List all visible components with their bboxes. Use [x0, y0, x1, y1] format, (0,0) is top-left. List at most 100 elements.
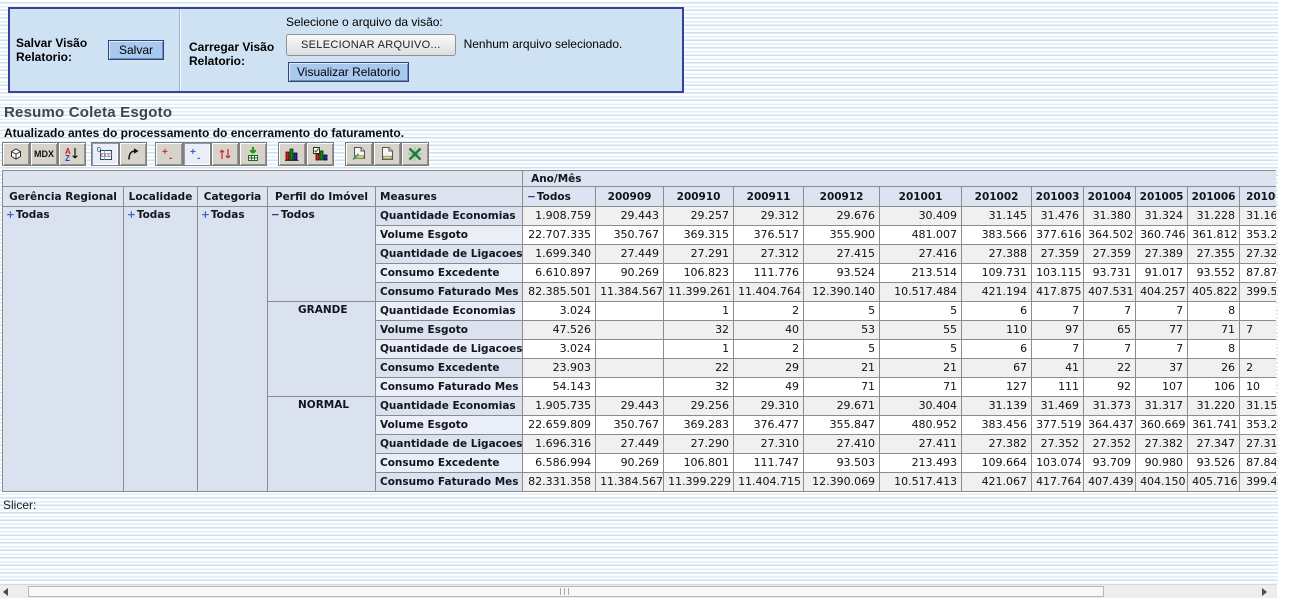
data-cell: 31.220	[1188, 397, 1240, 416]
data-cell: 6.610.897	[523, 264, 596, 283]
data-cell: 107	[1136, 378, 1188, 397]
data-cell: 53	[804, 321, 880, 340]
chart-config-button[interactable]	[306, 142, 334, 166]
data-cell: 7	[1136, 340, 1188, 359]
export-excel-button[interactable]	[401, 142, 429, 166]
data-cell: 30.409	[880, 207, 962, 226]
data-cell: 22	[664, 359, 734, 378]
data-cell: 361.812	[1188, 226, 1240, 245]
data-cell: 364.502	[1084, 226, 1136, 245]
print-pdf-button[interactable]	[373, 142, 401, 166]
data-cell: 31.469	[1032, 397, 1084, 416]
scrollbar-thumb[interactable]	[28, 586, 1104, 597]
file-status-text: Nenhum arquivo selecionado.	[464, 37, 623, 51]
collapse-icon[interactable]: −	[271, 209, 280, 221]
data-cell: 71	[1188, 321, 1240, 340]
data-cell: 6	[962, 340, 1032, 359]
page-title: Resumo Coleta Esgoto	[4, 104, 172, 121]
expand-icon[interactable]: +	[6, 209, 15, 221]
data-cell: 67	[962, 359, 1032, 378]
drill-replace-button[interactable]	[211, 142, 239, 166]
data-cell: 405.822	[1188, 283, 1240, 302]
data-cell: 369.283	[664, 416, 734, 435]
data-cell: 8	[1188, 340, 1240, 359]
data-cell: 213.493	[880, 454, 962, 473]
collapse-icon[interactable]: −	[527, 191, 536, 203]
data-cell: 111.776	[734, 264, 804, 283]
drill-through-button[interactable]	[239, 142, 267, 166]
load-section: Carregar Visão Relatorio: Selecione o ar…	[180, 9, 682, 91]
member-localidade[interactable]: +Todas	[124, 207, 198, 492]
view-report-button[interactable]: Visualizar Relatorio	[288, 62, 409, 82]
measure-label: Consumo Excedente	[376, 359, 523, 378]
data-cell: 5	[880, 340, 962, 359]
data-cell: 353.20	[1240, 416, 1276, 435]
drill-position-button[interactable]: +-	[183, 142, 211, 166]
data-cell: 2	[1240, 359, 1276, 378]
data-cell: 87.87	[1240, 264, 1276, 283]
data-cell: 27.32	[1240, 245, 1276, 264]
data-cell: 361.741	[1188, 416, 1240, 435]
data-cell: 71	[804, 378, 880, 397]
data-cell: 27.347	[1188, 435, 1240, 454]
data-cell: 405.716	[1188, 473, 1240, 492]
sort-az-icon: AZ	[63, 146, 81, 162]
data-cell: 21	[804, 359, 880, 378]
data-cell: 27.359	[1032, 245, 1084, 264]
swap-axes-button[interactable]	[119, 142, 147, 166]
data-cell	[596, 321, 664, 340]
data-cell: 7	[1032, 302, 1084, 321]
data-cell: 21	[880, 359, 962, 378]
printer-icon	[378, 146, 396, 162]
dimension-header: Gerência Regional	[3, 187, 124, 207]
data-cell: 11.384.567	[596, 473, 664, 492]
file-prompt-label: Selecione o arquivo da visão:	[286, 15, 443, 29]
data-cell: 32	[664, 378, 734, 397]
measure-label: Consumo Faturado Mes	[376, 378, 523, 397]
data-cell: 355.900	[804, 226, 880, 245]
data-cell: 27.388	[962, 245, 1032, 264]
data-cell: 23.903	[523, 359, 596, 378]
scroll-right-arrow-icon[interactable]	[1262, 588, 1267, 596]
drill-replace-icon	[216, 146, 234, 162]
data-cell: 109.664	[962, 454, 1032, 473]
dimension-header: Localidade	[124, 187, 198, 207]
load-view-label: Carregar Visão Relatorio:	[189, 40, 281, 68]
save-button[interactable]: Salvar	[108, 40, 164, 60]
member-perfil[interactable]: −Todos	[268, 207, 376, 302]
column-member-todos[interactable]: −Todos	[523, 187, 596, 207]
data-cell: 37	[1136, 359, 1188, 378]
data-cell: 1.908.759	[523, 207, 596, 226]
olap-navigator-button[interactable]	[2, 142, 30, 166]
select-file-button[interactable]: SELECIONAR ARQUIVO...	[286, 34, 456, 56]
show-parents-button[interactable]: 0	[91, 142, 119, 166]
data-cell: 360.669	[1136, 416, 1188, 435]
mdx-editor-button[interactable]: MDX	[30, 142, 58, 166]
data-cell: 3.024	[523, 340, 596, 359]
show-chart-button[interactable]	[278, 142, 306, 166]
data-cell: 55	[880, 321, 962, 340]
member-categoria[interactable]: +Todas	[198, 207, 268, 492]
scroll-left-arrow-icon[interactable]	[3, 588, 8, 596]
data-cell	[1240, 340, 1276, 359]
data-cell: 29	[734, 359, 804, 378]
member-perfil: GRANDE	[268, 302, 376, 397]
horizontal-scrollbar[interactable]	[0, 584, 1277, 598]
data-cell: 32	[664, 321, 734, 340]
data-cell: 404.150	[1136, 473, 1188, 492]
measure-label: Quantidade Economias	[376, 207, 523, 226]
member-gerencia-regional[interactable]: +Todas	[3, 207, 124, 492]
data-cell: 93.731	[1084, 264, 1136, 283]
axis-label: Ano/Mês	[523, 171, 1276, 187]
drill-member-button[interactable]: +-	[155, 142, 183, 166]
print-config-button[interactable]	[345, 142, 373, 166]
data-cell: 29.310	[734, 397, 804, 416]
expand-icon[interactable]: +	[127, 209, 136, 221]
data-cell: 27.382	[962, 435, 1032, 454]
scrollbar-grip-icon	[560, 588, 572, 595]
data-cell: 10.517.413	[880, 473, 962, 492]
expand-icon[interactable]: +	[201, 209, 210, 221]
data-cell: 377.616	[1032, 226, 1084, 245]
sort-button[interactable]: AZ	[58, 142, 86, 166]
data-cell: 369.315	[664, 226, 734, 245]
